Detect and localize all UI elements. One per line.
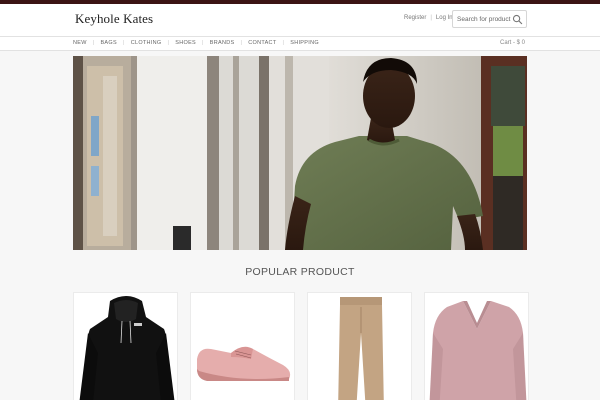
nav-item-brands[interactable]: BRANDS xyxy=(196,40,234,46)
hero-image xyxy=(73,56,527,250)
site-logo[interactable]: Keyhole Kates xyxy=(75,11,153,27)
search-input[interactable] xyxy=(457,13,513,26)
pink-shoe-image xyxy=(197,346,291,381)
nav-item-shipping[interactable]: SHIPPING xyxy=(277,40,319,46)
divider: | xyxy=(430,15,432,21)
search-icon[interactable] xyxy=(512,14,523,25)
hero-banner[interactable] xyxy=(73,56,527,250)
account-links: Register | Log In xyxy=(404,15,453,21)
nav-item-contact[interactable]: CONTACT xyxy=(234,40,276,46)
nav-item-clothing[interactable]: CLOTHING xyxy=(117,40,162,46)
nav-item-new[interactable]: NEW xyxy=(73,40,87,46)
nav-list: NEW BAGS CLOTHING SHOES BRANDS CONTACT S… xyxy=(73,40,319,46)
product-card-1[interactable] xyxy=(73,292,178,400)
main-nav: NEW BAGS CLOTHING SHOES BRANDS CONTACT S… xyxy=(0,36,600,51)
register-link[interactable]: Register xyxy=(404,15,426,21)
black-hoodie-image xyxy=(79,296,175,400)
pink-sweater-image xyxy=(429,301,527,400)
popular-product-title: POPULAR PRODUCT xyxy=(245,266,355,278)
product-card-2[interactable] xyxy=(190,292,295,400)
nav-item-bags[interactable]: BAGS xyxy=(87,40,117,46)
khaki-trousers-image xyxy=(338,297,384,400)
login-link[interactable]: Log In xyxy=(436,15,453,21)
nav-item-shoes[interactable]: SHOES xyxy=(162,40,197,46)
cart-link[interactable]: Cart - $ 0 xyxy=(500,40,525,46)
site-header: Keyhole Kates Register | Log In xyxy=(0,4,600,36)
product-card-3[interactable] xyxy=(307,292,412,400)
product-card-4[interactable] xyxy=(424,292,529,400)
search-box[interactable] xyxy=(452,10,527,28)
